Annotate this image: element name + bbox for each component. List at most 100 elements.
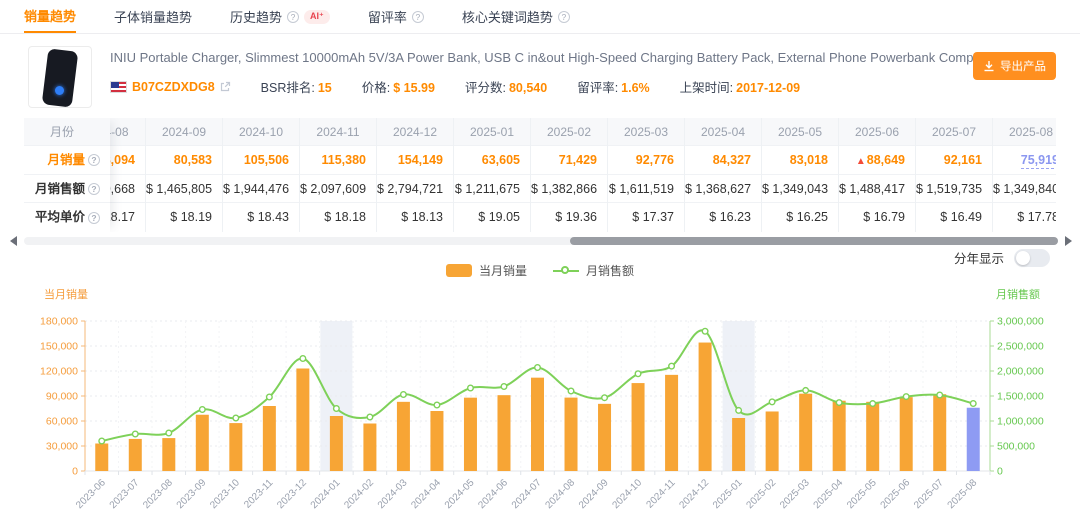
x-label-2024-11: 2024-11 — [644, 477, 678, 511]
sales-bar-2025-06[interactable] — [900, 397, 913, 471]
tab-历史趋势[interactable]: 历史趋势?AI⁺ — [230, 0, 330, 33]
right-tick-label: 3,000,000 — [997, 316, 1044, 328]
monthly-data-table: 2024-0888,094$ 1,600,668$ 18.172024-0980… — [24, 118, 1056, 232]
sales-bar-2025-02[interactable] — [766, 411, 779, 471]
sales-bar-2025-04[interactable] — [833, 401, 846, 471]
revenue-point-2024-02[interactable] — [367, 414, 373, 420]
x-label-2025-06: 2025-06 — [879, 477, 913, 511]
revenue-point-2024-04[interactable] — [434, 402, 440, 408]
tab-核心关键词趋势[interactable]: 核心关键词趋势? — [462, 0, 570, 33]
warning-icon: ▲ — [856, 156, 866, 167]
revenue-point-2023-12[interactable] — [300, 356, 306, 362]
sales-bar-2023-10[interactable] — [229, 423, 242, 471]
sales-bar-2024-08[interactable] — [565, 398, 578, 471]
product-title[interactable]: INIU Portable Charger, Slimmest 10000mAh… — [110, 50, 990, 65]
revenue-point-2025-06[interactable] — [903, 394, 909, 400]
sales-bar-2025-07[interactable] — [933, 394, 946, 471]
tab-销量趋势[interactable]: 销量趋势 — [24, 0, 76, 33]
revenue-point-2025-04[interactable] — [836, 400, 842, 406]
revenue-point-2024-06[interactable] — [501, 384, 507, 390]
row-label-revenue: 月销售额? — [24, 175, 100, 202]
help-icon[interactable]: ? — [88, 154, 100, 166]
table-scrollbar-thumb[interactable] — [570, 237, 1058, 245]
revenue-point-2024-12[interactable] — [702, 328, 708, 334]
sales-bar-2024-10[interactable] — [632, 383, 645, 471]
powerbank-led-graphic — [55, 86, 64, 95]
cell-revenue: $ 1,944,476 — [223, 175, 299, 203]
sales-bar-2024-06[interactable] — [497, 395, 510, 471]
sales-value[interactable]: 75,919 — [1021, 153, 1056, 169]
sales-bar-2024-09[interactable] — [598, 404, 611, 471]
sales-value: 83,018 — [790, 153, 828, 167]
tab-留评率[interactable]: 留评率? — [368, 0, 424, 33]
revenue-point-2025-07[interactable] — [937, 392, 943, 398]
revenue-point-2025-05[interactable] — [870, 401, 876, 407]
product-asin-link[interactable]: B07CZDXDG8 — [132, 80, 215, 94]
cell-sales: 92,161 — [916, 146, 992, 175]
revenue-point-2023-08[interactable] — [166, 430, 172, 436]
legend-item-当月销量[interactable]: 当月销量 — [446, 262, 527, 279]
sales-bar-2024-12[interactable] — [699, 343, 712, 471]
sales-bar-2025-05[interactable] — [866, 402, 879, 471]
revenue-point-2025-03[interactable] — [803, 388, 809, 394]
revenue-point-2023-06[interactable] — [99, 438, 105, 444]
sales-bar-2025-01[interactable] — [732, 418, 745, 471]
metric-value: 1.6% — [621, 81, 650, 95]
table-column-2025-07: 2025-0792,161$ 1,519,735$ 16.49 — [915, 118, 992, 232]
help-icon[interactable]: ? — [88, 212, 100, 224]
sales-bar-2024-03[interactable] — [397, 402, 410, 471]
sales-bar-2024-07[interactable] — [531, 378, 544, 471]
legend-item-月销售额[interactable]: 月销售额 — [553, 262, 634, 279]
revenue-point-2025-08[interactable] — [970, 401, 976, 407]
help-icon[interactable]: ? — [287, 11, 299, 23]
sales-bar-2023-08[interactable] — [162, 438, 175, 471]
metric-BSR排名: BSR排名:15 — [261, 77, 332, 96]
column-month: 2025-01 — [454, 118, 530, 146]
help-icon[interactable]: ? — [412, 11, 424, 23]
sales-bar-2023-06[interactable] — [95, 444, 108, 472]
sales-bar-2024-11[interactable] — [665, 375, 678, 471]
revenue-point-2024-01[interactable] — [334, 406, 340, 412]
sales-bar-2025-03[interactable] — [799, 394, 812, 471]
tab-子体销量趋势[interactable]: 子体销量趋势 — [114, 0, 192, 33]
revenue-point-2024-03[interactable] — [401, 392, 407, 398]
sales-trend-panel: 销量趋势 子体销量趋势 历史趋势?AI⁺ 留评率? 核心关键词趋势? INIU Port… — [0, 0, 1080, 528]
sales-bar-2024-05[interactable] — [464, 398, 477, 471]
table-scrollbar-track[interactable] — [24, 237, 1056, 245]
scroll-right-arrow[interactable] — [1065, 236, 1072, 246]
x-label-2024-05: 2024-05 — [443, 477, 477, 511]
cell-sales: 63,605 — [454, 146, 530, 175]
sales-bar-2025-08[interactable] — [967, 408, 980, 471]
revenue-point-2025-02[interactable] — [769, 399, 775, 405]
metric-label: 价格: — [362, 81, 390, 95]
sales-value: 115,380 — [322, 153, 367, 167]
external-link-icon[interactable] — [220, 81, 231, 92]
sales-bar-2024-01[interactable] — [330, 416, 343, 471]
sales-bar-2023-09[interactable] — [196, 415, 209, 471]
revenue-point-2025-01[interactable] — [736, 408, 742, 414]
revenue-point-2023-07[interactable] — [132, 431, 138, 437]
revenue-point-2024-08[interactable] — [568, 388, 574, 394]
revenue-point-2024-07[interactable] — [535, 365, 541, 371]
cell-revenue: $ 1,211,675 — [454, 175, 530, 203]
product-image[interactable] — [28, 46, 92, 108]
row-label-price: 平均单价? — [24, 203, 100, 232]
sales-bar-2024-02[interactable] — [363, 424, 376, 472]
sales-bar-2023-12[interactable] — [296, 369, 309, 472]
revenue-point-2024-09[interactable] — [602, 395, 608, 401]
revenue-point-2023-11[interactable] — [267, 394, 273, 400]
scroll-left-arrow[interactable] — [10, 236, 17, 246]
cell-price: $ 18.43 — [223, 203, 299, 232]
sales-bar-2024-04[interactable] — [430, 411, 443, 471]
revenue-point-2024-05[interactable] — [468, 385, 474, 391]
us-flag-icon — [110, 81, 127, 93]
help-icon[interactable]: ? — [558, 11, 570, 23]
help-icon[interactable]: ? — [88, 183, 100, 195]
sales-bar-2023-11[interactable] — [263, 406, 276, 471]
sales-bar-2023-07[interactable] — [129, 439, 142, 471]
revenue-point-2023-09[interactable] — [200, 407, 206, 413]
revenue-point-2024-10[interactable] — [635, 371, 641, 377]
revenue-point-2023-10[interactable] — [233, 415, 239, 421]
export-product-button[interactable]: 导出产品 — [973, 52, 1056, 80]
revenue-point-2024-11[interactable] — [669, 363, 675, 369]
